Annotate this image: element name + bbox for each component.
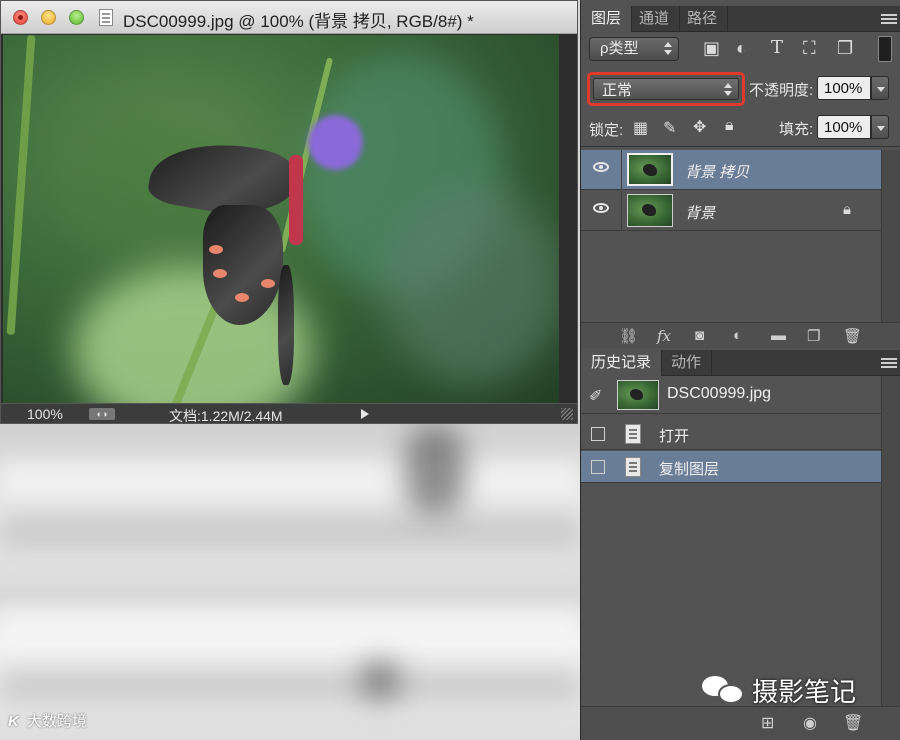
document-statusbar: 100% ◐◑ 文档:1.22M/2.44M (1, 403, 577, 424)
shape-filter-icon[interactable]: ⛶ (803, 38, 816, 59)
camera-icon[interactable]: ◉ (803, 713, 817, 733)
history-scrollbar[interactable] (881, 376, 900, 706)
wechat-logo-icon (700, 672, 746, 708)
lock-position-icon[interactable]: ✥ (693, 117, 706, 137)
layer-name[interactable]: 背景 (685, 202, 715, 223)
wechat-watermark: 摄影笔记 (700, 670, 856, 710)
document-titlebar: DSC00999.jpg @ 100% (背景 拷贝, RGB/8#) * (1, 1, 577, 34)
visibility-eye-icon[interactable] (593, 203, 609, 213)
fill-dropdown-arrow[interactable] (871, 115, 889, 139)
history-footer: ⊞ ◉ 🗑︎ (581, 706, 900, 740)
type-filter-icon[interactable]: T (771, 37, 783, 58)
folder-icon[interactable]: ▬ (771, 327, 786, 344)
history-state-icon (625, 457, 641, 477)
layers-scrollbar[interactable] (881, 150, 900, 322)
opacity-label: 不透明度: (749, 82, 814, 99)
lock-transparent-pixels-icon[interactable]: ▦ (633, 118, 648, 138)
tab-layers[interactable]: 图层 (581, 6, 633, 32)
snapshot-name: DSC00999.jpg (667, 385, 772, 402)
document-window: DSC00999.jpg @ 100% (背景 拷贝, RGB/8#) * 10… (0, 0, 578, 424)
document-icon (99, 9, 113, 26)
resize-grip-icon[interactable] (561, 408, 573, 420)
lock-all-icon[interactable]: 🔒︎ (725, 117, 734, 135)
lock-label: 锁定: (589, 122, 624, 139)
layer-thumbnail (627, 153, 673, 186)
new-document-from-state-icon[interactable]: ⊞ (761, 713, 774, 733)
layer-row-background[interactable]: 背景 🔒︎ (581, 191, 881, 231)
tab-channels[interactable]: 通道 (629, 6, 681, 32)
layer-filter-dropdown[interactable]: ρ类型 (589, 37, 679, 61)
tab-actions[interactable]: 动作 (661, 350, 713, 376)
watermark-brand: 大数跨境 (27, 713, 88, 730)
opacity-input[interactable]: 100% (817, 76, 871, 100)
layers-footer: ⛓ fx ◙ ◐ ▬ ❐ 🗑︎ (581, 322, 900, 348)
history-item-duplicate-layer[interactable]: 复制图层 (581, 451, 881, 483)
status-icon[interactable]: ◐◑ (89, 408, 115, 420)
trash-icon[interactable]: 🗑︎ (843, 327, 862, 345)
mask-icon[interactable]: ◙ (695, 327, 704, 344)
layers-tabbar: 图层 通道 路径 (581, 6, 900, 32)
filter-toggle[interactable] (878, 36, 892, 62)
history-checkbox[interactable] (591, 427, 605, 441)
watermark-text: 摄影笔记 (752, 677, 857, 708)
fill-label: 填充: (779, 121, 814, 138)
history-brush-icon[interactable]: ✐ (589, 386, 602, 406)
panel-menu-icon[interactable] (881, 14, 897, 24)
visibility-eye-icon[interactable] (593, 162, 609, 172)
fx-icon[interactable]: fx (657, 327, 671, 345)
history-item-label: 打开 (659, 428, 690, 445)
history-item-label: 复制图层 (659, 461, 720, 478)
tab-history[interactable]: 历史记录 (581, 350, 663, 376)
trash-icon[interactable]: 🗑︎ (843, 713, 863, 733)
watermark-logo: K (8, 713, 19, 730)
adjustment-icon[interactable]: ◐ (733, 327, 742, 344)
blend-mode-value: 正常 (602, 82, 633, 99)
document-size: 文档:1.22M/2.44M (169, 408, 283, 424)
blend-mode-dropdown[interactable]: 正常 (587, 72, 745, 106)
zoom-level[interactable]: 100% (27, 406, 63, 422)
corner-watermark: K 大数跨境 (8, 710, 87, 731)
history-tabbar: 历史记录 动作 (581, 350, 900, 376)
status-menu-arrow-icon[interactable] (361, 409, 369, 419)
document-title: DSC00999.jpg @ 100% (背景 拷贝, RGB/8#) * (123, 12, 474, 31)
close-button[interactable] (13, 10, 28, 25)
new-layer-icon[interactable]: ❐ (807, 327, 820, 345)
adjustment-filter-icon[interactable]: ◐ (736, 38, 747, 59)
panel-menu-icon[interactable] (881, 358, 897, 368)
minimize-button[interactable] (41, 10, 56, 25)
history-snapshot[interactable]: ✐ DSC00999.jpg (581, 376, 881, 414)
layer-lock-icon[interactable]: 🔒︎ (843, 201, 851, 218)
layer-thumbnail (627, 194, 673, 227)
history-checkbox[interactable] (591, 460, 605, 474)
blurred-background (0, 420, 580, 740)
right-panel-dock: 图层 通道 路径 ρ类型 ▣ ◐ T ⛶ ❐ 正常 不透明度: 100% 锁定:… (580, 0, 900, 740)
zoom-button[interactable] (69, 10, 84, 25)
layer-row-background-copy[interactable]: 背景 拷贝 (581, 150, 881, 190)
history-item-open[interactable]: 打开 (581, 418, 881, 450)
tab-paths[interactable]: 路径 (677, 6, 729, 32)
layer-name[interactable]: 背景 拷贝 (685, 161, 749, 182)
snapshot-thumbnail (617, 380, 659, 410)
link-icon[interactable]: ⛓ (619, 327, 638, 345)
smart-object-filter-icon[interactable]: ❐ (837, 38, 853, 59)
fill-input[interactable]: 100% (817, 115, 871, 139)
lock-image-pixels-icon[interactable]: ✎ (663, 118, 676, 138)
image-canvas[interactable] (3, 35, 559, 403)
history-state-icon (625, 424, 641, 444)
pixel-filter-icon[interactable]: ▣ (703, 38, 720, 59)
opacity-dropdown-arrow[interactable] (871, 76, 889, 100)
